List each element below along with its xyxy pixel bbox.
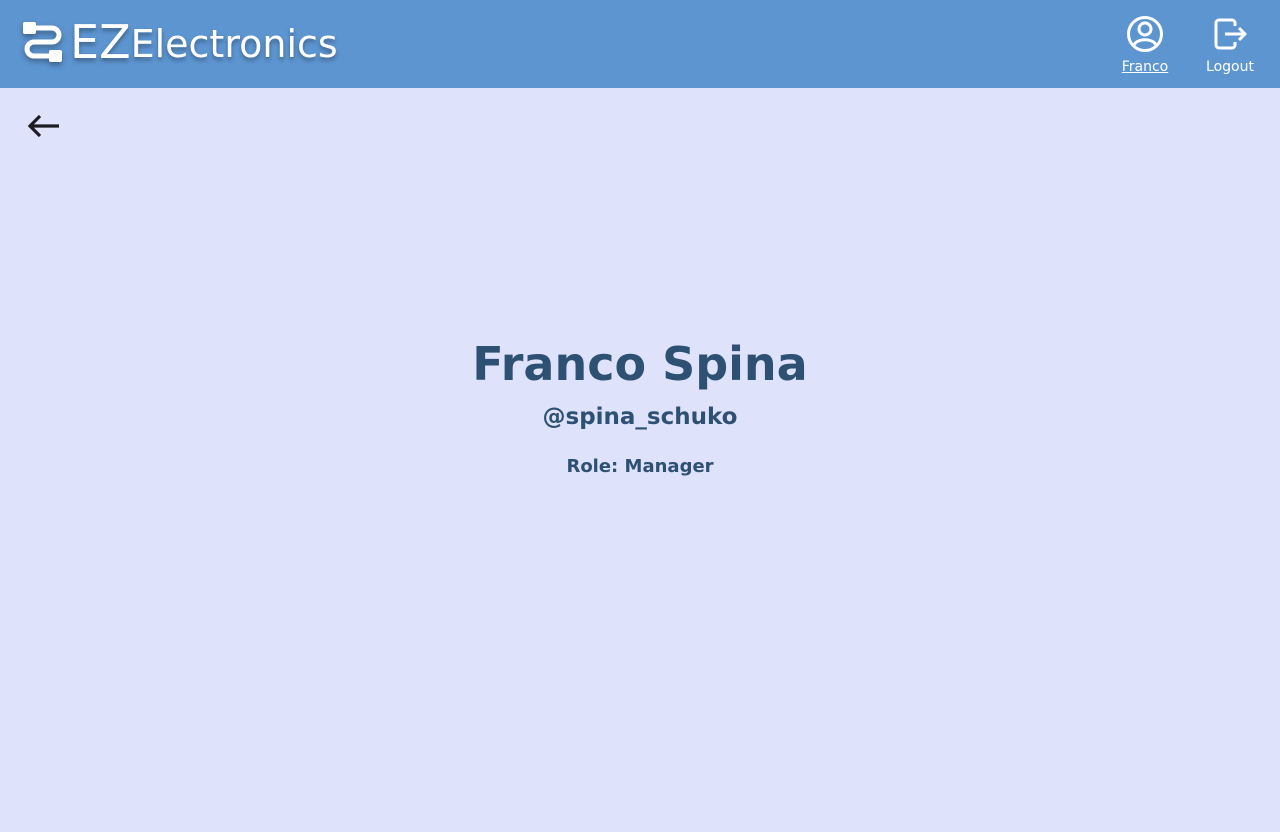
top-bar: EZ Electronics Franco Logout: [0, 0, 1280, 88]
user-profile-link[interactable]: Franco: [1112, 12, 1178, 76]
brand-name: Electronics: [130, 22, 338, 66]
role-label: Role:: [566, 456, 619, 477]
profile-username: @spina_schuko: [542, 404, 738, 430]
account-circle-icon: [1127, 16, 1163, 52]
logout-button[interactable]: Logout: [1200, 12, 1260, 76]
brand-prefix: EZ: [70, 15, 131, 69]
profile-full-name: Franco Spina: [472, 337, 808, 391]
brand-logo-link[interactable]: EZ Electronics: [22, 14, 338, 70]
profile-card: Franco Spina @spina_schuko Role: Manager: [0, 330, 1280, 480]
arrow-left-icon: [27, 114, 59, 138]
back-button[interactable]: [24, 108, 64, 144]
logout-icon: [1214, 18, 1247, 50]
user-name-label: Franco: [1121, 59, 1169, 75]
role-value: Manager: [624, 456, 714, 477]
profile-role: Role: Manager: [0, 454, 1280, 480]
logout-label: Logout: [1206, 59, 1254, 75]
cable-icon: [23, 22, 62, 62]
